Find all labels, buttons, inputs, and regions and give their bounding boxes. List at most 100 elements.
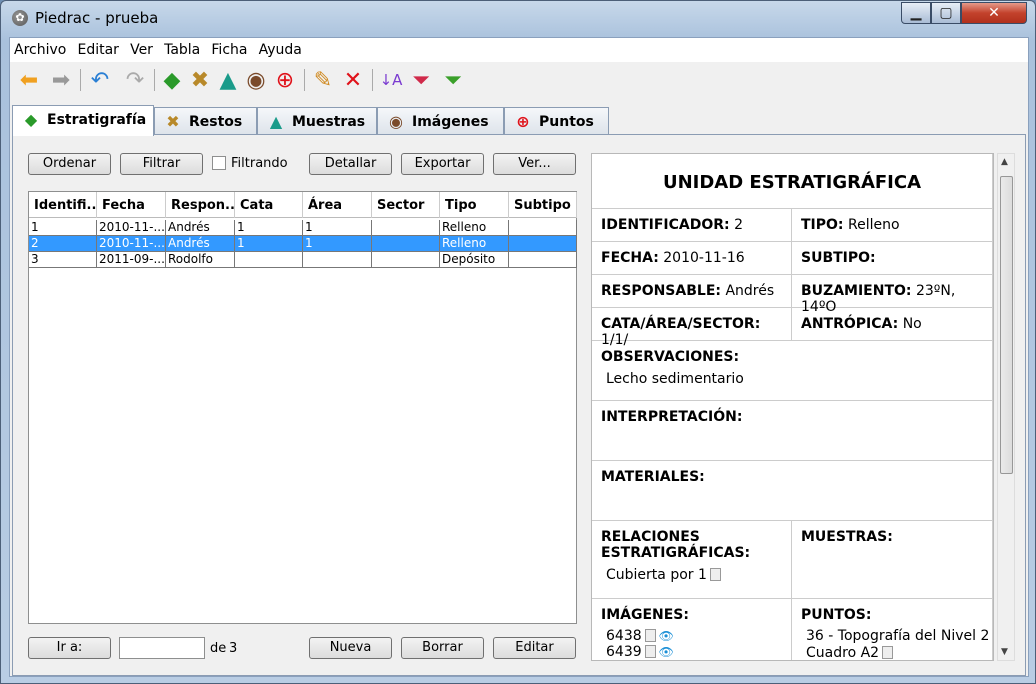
- app-icon: ✿: [12, 10, 28, 26]
- tab-label: Restos: [189, 114, 243, 130]
- maximize-button[interactable]: ▢: [931, 2, 961, 24]
- eye-icon[interactable]: 👁: [659, 629, 674, 643]
- images-icon[interactable]: ◉: [242, 66, 270, 94]
- tab-label: Imágenes: [412, 114, 489, 130]
- table-cell: [372, 220, 440, 236]
- back-arrow-icon[interactable]: ⬅: [15, 66, 43, 94]
- redo-icon[interactable]: ↷: [121, 66, 149, 94]
- edit-button[interactable]: Editar: [493, 637, 576, 659]
- forward-arrow-icon[interactable]: ➡: [47, 66, 75, 94]
- filter-clear-icon[interactable]: ⏷: [439, 66, 467, 94]
- view-button[interactable]: Ver...: [493, 153, 576, 175]
- toolbar-separator: [372, 69, 373, 91]
- edit-pencil-icon[interactable]: ✎: [309, 66, 337, 94]
- menu-ver[interactable]: Ver: [126, 38, 156, 58]
- column-header[interactable]: Fecha: [97, 192, 166, 218]
- field-label: TIPO:: [801, 217, 844, 233]
- export-button[interactable]: Exportar: [401, 153, 484, 175]
- type-field: TIPO: Relleno: [792, 209, 993, 242]
- column-header[interactable]: Respon...: [166, 192, 235, 218]
- toolbar-separator: [154, 69, 155, 91]
- menu-ayuda[interactable]: Ayuda: [255, 38, 305, 58]
- goto-input[interactable]: [119, 637, 205, 659]
- close-button[interactable]: ✕: [961, 2, 1027, 24]
- document-icon[interactable]: [882, 646, 894, 659]
- table-cell: [372, 252, 440, 268]
- tab-puntos[interactable]: ⊕ Puntos: [504, 107, 609, 135]
- delete-icon[interactable]: ✕: [339, 66, 367, 94]
- tab-imagenes[interactable]: ◉ Imágenes: [377, 107, 504, 135]
- detail-title: UNIDAD ESTRATIGRÁFICA: [592, 154, 993, 209]
- document-icon[interactable]: [644, 645, 656, 658]
- menu-archivo[interactable]: Archivo: [10, 38, 69, 58]
- points-icon[interactable]: ⊕: [271, 66, 299, 94]
- tab-restos[interactable]: ✖ Restos: [154, 107, 257, 135]
- samples-icon[interactable]: ▲: [214, 66, 242, 94]
- table-cell: Depósito: [440, 252, 509, 268]
- column-header[interactable]: Subtipo: [509, 192, 577, 218]
- column-header[interactable]: Área: [303, 192, 372, 218]
- column-header[interactable]: Identifi...: [29, 192, 97, 218]
- field-label: OBSERVACIONES:: [601, 349, 740, 365]
- sort-button[interactable]: Ordenar: [28, 153, 111, 175]
- new-button[interactable]: Nueva: [309, 637, 392, 659]
- remains-icon[interactable]: ✖: [186, 66, 214, 94]
- minimize-button[interactable]: ▁: [901, 2, 931, 24]
- scroll-up-icon[interactable]: ▲: [1001, 157, 1008, 167]
- field-value: 36 - Topografía del Nivel 2 Cuadro A2: [806, 628, 990, 661]
- filtering-label: Filtrando: [231, 156, 288, 171]
- eye-icon[interactable]: 👁: [659, 645, 674, 659]
- relation-item[interactable]: Cubierta por 1: [606, 567, 791, 583]
- stratigraphy-icon[interactable]: ◆: [158, 66, 186, 94]
- field-value: Lecho sedimentario: [606, 371, 744, 387]
- toolbar: ⬅ ➡ ↶ ↷ ◆ ✖ ▲ ◉ ⊕ ✎ ✕ ↓A ⏷ ⏷: [10, 63, 1028, 97]
- table-header: Identifi... Fecha Respon... Cata Área Se…: [29, 192, 577, 218]
- table-cell: 1: [235, 220, 303, 236]
- filter-button[interactable]: Filtrar: [120, 153, 203, 175]
- field-label: RESPONSABLE:: [601, 283, 721, 299]
- tab-muestras[interactable]: ▲ Muestras: [257, 107, 377, 135]
- sort-az-icon[interactable]: ↓A: [377, 66, 405, 94]
- document-icon[interactable]: [644, 629, 656, 642]
- tab-label: Estratigrafía: [47, 112, 147, 128]
- delete-button[interactable]: Borrar: [401, 637, 484, 659]
- detail-scrollbar[interactable]: ▲ ▼: [997, 153, 1015, 661]
- field-label: RELACIONES ESTRATIGRÁFICAS:: [601, 529, 751, 561]
- filter-icon[interactable]: ⏷: [407, 66, 435, 94]
- detail-button[interactable]: Detallar: [309, 153, 392, 175]
- tab-estratigrafia[interactable]: ◆ Estratigrafía: [12, 105, 154, 136]
- menu-tabla[interactable]: Tabla: [160, 38, 203, 58]
- undo-icon[interactable]: ↶: [86, 66, 114, 94]
- image-item[interactable]: 6439 👁: [606, 644, 791, 660]
- field-label: INTERPRETACIÓN:: [601, 409, 743, 425]
- green-diamond-icon: ◆: [24, 110, 38, 129]
- title-bar: ✿ Piedrac - prueba ▁ ▢ ✕: [1, 1, 1035, 37]
- filtering-checkbox[interactable]: [212, 156, 226, 170]
- field-value: Andrés: [725, 283, 775, 299]
- menu-editar[interactable]: Editar: [73, 38, 121, 58]
- point-item[interactable]: 36 - Topografía del Nivel 2 Cuadro A2: [806, 628, 992, 661]
- image-item[interactable]: 6438 👁: [606, 628, 791, 644]
- table-row[interactable]: 3 2011-09-... Rodolfo Depósito: [29, 252, 577, 268]
- field-value: 2: [734, 217, 744, 233]
- table-cell: 3: [29, 252, 97, 268]
- field-label: PUNTOS:: [801, 607, 872, 623]
- field-label: BUZAMIENTO:: [801, 283, 912, 299]
- table-cell: Rodolfo: [166, 252, 235, 268]
- menu-ficha[interactable]: Ficha: [207, 38, 250, 58]
- client-area: Archivo Editar Ver Tabla Ficha Ayuda ⬅ ➡…: [9, 37, 1029, 677]
- materials-field: MATERIALES:: [592, 461, 993, 521]
- table-row[interactable]: 2 2010-11-... Andrés 1 1 Relleno: [29, 236, 577, 252]
- relations-field: RELACIONES ESTRATIGRÁFICAS: Cubierta por…: [592, 521, 792, 599]
- table-cell: [372, 236, 440, 252]
- column-header[interactable]: Sector: [372, 192, 440, 218]
- bones-icon: ✖: [166, 112, 180, 131]
- table-row[interactable]: 1 2010-11-... Andrés 1 1 Relleno: [29, 220, 577, 236]
- samples-field: MUESTRAS:: [792, 521, 993, 599]
- scroll-thumb[interactable]: [1000, 176, 1013, 474]
- document-icon[interactable]: [709, 568, 721, 581]
- goto-button[interactable]: Ir a:: [28, 637, 111, 659]
- column-header[interactable]: Tipo: [440, 192, 509, 218]
- column-header[interactable]: Cata: [235, 192, 303, 218]
- scroll-down-icon[interactable]: ▼: [1001, 647, 1008, 657]
